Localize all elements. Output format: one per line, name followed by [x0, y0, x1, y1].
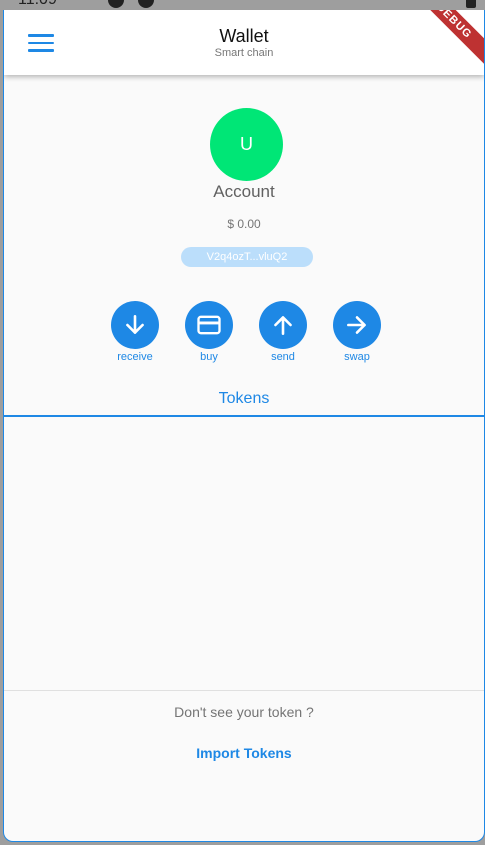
- missing-token-text: Don't see your token ?: [174, 704, 314, 720]
- swap-button[interactable]: swap: [331, 301, 383, 363]
- status-time: 11:09: [18, 0, 57, 9]
- account-name: Account: [213, 182, 275, 201]
- tab-tokens[interactable]: Tokens: [4, 390, 484, 408]
- buy-button[interactable]: buy: [183, 301, 235, 363]
- tab-bar: Tokens: [4, 390, 484, 417]
- notification-icon: [108, 0, 124, 8]
- send-button[interactable]: send: [257, 301, 309, 363]
- address-chip[interactable]: V2q4ozT...vluQ2: [181, 247, 313, 267]
- battery-icon: [466, 0, 476, 8]
- network-subtitle: Smart chain: [214, 47, 274, 59]
- arrow-right-icon: [347, 316, 366, 334]
- notification-icon: [138, 0, 154, 8]
- avatar: U: [210, 108, 283, 181]
- action-circle: [333, 301, 381, 349]
- action-circle: [111, 301, 159, 349]
- app-screen: Wallet Smart chain DEBUG U Account $ 0.0…: [3, 10, 485, 842]
- action-label: swap: [344, 351, 370, 363]
- app-bar: Wallet Smart chain DEBUG: [4, 10, 484, 75]
- action-label: buy: [200, 351, 218, 363]
- action-label: receive: [117, 351, 153, 363]
- import-tokens-button[interactable]: Import Tokens: [4, 745, 484, 761]
- receive-button[interactable]: receive: [109, 301, 161, 363]
- page-title: Wallet: [219, 26, 269, 46]
- divider: [4, 690, 484, 691]
- action-circle: [259, 301, 307, 349]
- credit-card-icon: [197, 315, 221, 335]
- token-list: [4, 416, 484, 690]
- action-label: send: [271, 351, 295, 363]
- title-block: Wallet Smart chain: [4, 26, 484, 60]
- account-balance: $ 0.00: [227, 217, 261, 231]
- status-bar: 11:09: [0, 0, 485, 10]
- arrow-down-icon: [126, 315, 144, 334]
- action-circle: [185, 301, 233, 349]
- arrow-up-icon: [274, 316, 292, 335]
